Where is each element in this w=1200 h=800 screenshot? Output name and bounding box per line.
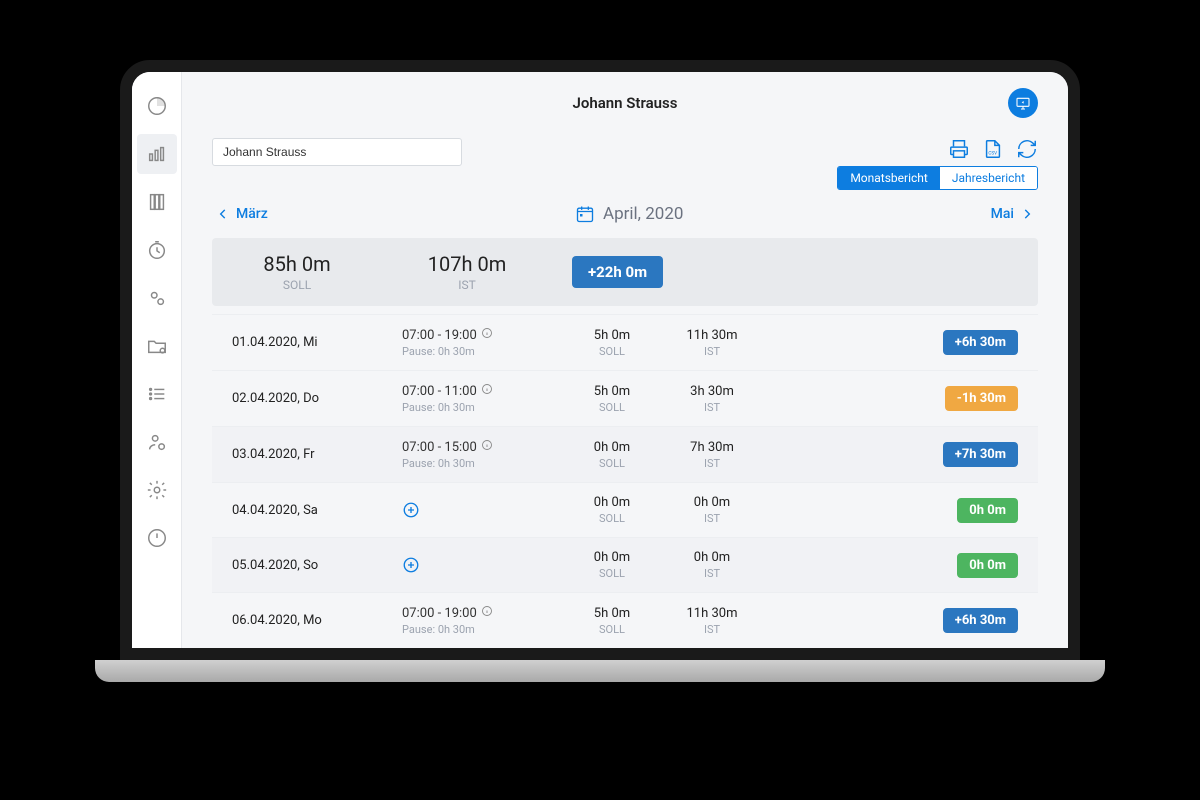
day-times: 07:00 - 15:00 Pause: 0h 30m	[402, 439, 562, 470]
add-time-icon[interactable]	[402, 556, 420, 574]
sidebar-folder-icon[interactable]	[137, 326, 177, 366]
time-range: 07:00 - 15:00	[402, 439, 562, 455]
employee-name-input[interactable]	[212, 138, 462, 166]
sidebar-timer-icon[interactable]	[137, 230, 177, 270]
day-date: 02.04.2020, Do	[232, 391, 402, 406]
sidebar-reports-icon[interactable]	[137, 134, 177, 174]
day-date: 05.04.2020, So	[232, 558, 402, 573]
sidebar-user-settings-icon[interactable]	[137, 422, 177, 462]
sidebar-logout-icon[interactable]	[137, 518, 177, 558]
info-icon[interactable]	[481, 605, 493, 621]
day-times: 07:00 - 19:00 Pause: 0h 30m	[402, 605, 562, 636]
summary-soll-label: SOLL	[232, 278, 362, 292]
day-delta: +7h 30m	[762, 442, 1018, 467]
day-soll: 0h 0mSOLL	[562, 495, 662, 525]
delta-badge: -1h 30m	[945, 386, 1018, 411]
info-icon[interactable]	[481, 327, 493, 343]
day-delta: 0h 0m	[762, 553, 1018, 578]
sidebar-dashboard-icon[interactable]	[137, 86, 177, 126]
svg-text:CSV: CSV	[988, 151, 997, 157]
day-soll: 5h 0mSOLL	[562, 328, 662, 358]
export-csv-icon[interactable]: CSV	[982, 138, 1004, 160]
day-times: 07:00 - 11:00 Pause: 0h 30m	[402, 383, 562, 414]
sidebar-settings-group-icon[interactable]	[137, 278, 177, 318]
day-date: 03.04.2020, Fr	[232, 447, 402, 462]
summary-delta-badge: +22h 0m	[572, 256, 663, 288]
day-delta: 0h 0m	[762, 498, 1018, 523]
page-title: Johann Strauss	[573, 94, 678, 112]
day-ist: 3h 30mIST	[662, 384, 762, 414]
header-display-button[interactable]	[1008, 88, 1038, 118]
time-range: 07:00 - 11:00	[402, 383, 562, 399]
calendar-icon	[575, 204, 595, 224]
day-times: 07:00 - 19:00 Pause: 0h 30m	[402, 327, 562, 358]
day-date: 01.04.2020, Mi	[232, 335, 402, 350]
day-row[interactable]: 06.04.2020, Mo07:00 - 19:00 Pause: 0h 30m…	[212, 592, 1038, 648]
day-row[interactable]: 02.04.2020, Do07:00 - 11:00 Pause: 0h 30m…	[212, 370, 1038, 426]
day-soll: 0h 0mSOLL	[562, 440, 662, 470]
refresh-icon[interactable]	[1016, 138, 1038, 160]
delta-badge: 0h 0m	[957, 498, 1018, 523]
day-times	[402, 501, 562, 519]
prev-month-label: März	[236, 206, 268, 222]
month-summary: 85h 0m SOLL 107h 0m IST +22h 0m	[212, 238, 1038, 306]
time-range: 07:00 - 19:00	[402, 605, 562, 621]
day-rows-container: 01.04.2020, Mi07:00 - 19:00Pause: 0h 30m…	[212, 314, 1038, 648]
delta-badge: +7h 30m	[943, 442, 1018, 467]
current-month: April, 2020	[575, 204, 683, 224]
day-row[interactable]: 04.04.2020, Sa 0h 0mSOLL0h 0mIST 0h 0m	[212, 482, 1038, 537]
summary-soll-value: 85h 0m	[232, 252, 362, 276]
day-date: 04.04.2020, Sa	[232, 503, 402, 518]
next-month-label: Mai	[991, 206, 1014, 222]
summary-ist-label: IST	[402, 278, 532, 292]
add-time-icon[interactable]	[402, 501, 420, 519]
day-row[interactable]: 05.04.2020, So 0h 0mSOLL0h 0mIST 0h 0m	[212, 537, 1038, 592]
day-delta: +6h 30m	[762, 330, 1018, 355]
day-date: 06.04.2020, Mo	[232, 613, 402, 628]
pause-label: Pause: 0h 30m	[402, 345, 562, 358]
day-delta: +6h 30m	[762, 608, 1018, 633]
pause-label: Pause: 0h 30m	[402, 401, 562, 414]
summary-ist-value: 107h 0m	[402, 252, 532, 276]
day-soll: 5h 0mSOLL	[562, 606, 662, 636]
day-ist: 0h 0mIST	[662, 550, 762, 580]
day-soll: 5h 0mSOLL	[562, 384, 662, 414]
print-icon[interactable]	[948, 138, 970, 160]
day-ist: 0h 0mIST	[662, 495, 762, 525]
day-times	[402, 556, 562, 574]
sidebar-list-icon[interactable]	[137, 374, 177, 414]
time-range: 07:00 - 19:00	[402, 327, 562, 343]
delta-badge: 0h 0m	[957, 553, 1018, 578]
day-row[interactable]: 01.04.2020, Mi07:00 - 19:00 Pause: 0h 30m…	[212, 314, 1038, 370]
delta-badge: +6h 30m	[943, 330, 1018, 355]
monthly-report-tab[interactable]: Monatsbericht	[838, 167, 940, 189]
pause-label: Pause: 0h 30m	[402, 623, 562, 636]
day-row[interactable]: 03.04.2020, Fr07:00 - 15:00 Pause: 0h 30m…	[212, 426, 1038, 482]
next-month-button[interactable]: Mai	[991, 206, 1034, 222]
yearly-report-tab[interactable]: Jahresbericht	[940, 167, 1037, 189]
info-icon[interactable]	[481, 439, 493, 455]
info-icon[interactable]	[481, 383, 493, 399]
sidebar-settings-icon[interactable]	[137, 470, 177, 510]
day-ist: 7h 30mIST	[662, 440, 762, 470]
report-type-toggle: Monatsbericht Jahresbericht	[837, 166, 1038, 190]
pause-label: Pause: 0h 30m	[402, 457, 562, 470]
sidebar	[132, 72, 182, 648]
day-delta: -1h 30m	[762, 386, 1018, 411]
day-soll: 0h 0mSOLL	[562, 550, 662, 580]
prev-month-button[interactable]: März	[216, 206, 268, 222]
day-ist: 11h 30mIST	[662, 606, 762, 636]
day-ist: 11h 30mIST	[662, 328, 762, 358]
sidebar-archive-icon[interactable]	[137, 182, 177, 222]
delta-badge: +6h 30m	[943, 608, 1018, 633]
